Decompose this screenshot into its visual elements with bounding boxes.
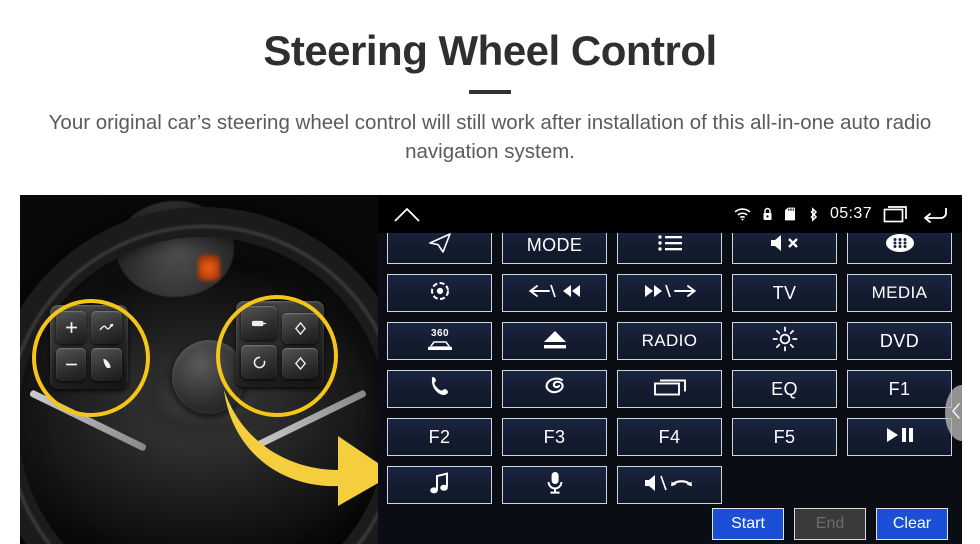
steering-wheel-photo	[20, 195, 378, 544]
button-mode[interactable]: MODE	[502, 233, 607, 264]
svg-text:360: 360	[431, 328, 449, 339]
button-mic[interactable]	[502, 466, 607, 504]
eject-icon	[540, 328, 570, 355]
clear-button[interactable]: Clear	[876, 508, 948, 540]
button-brightness[interactable]	[732, 322, 837, 360]
screen-icon	[653, 377, 687, 402]
start-button[interactable]: Start	[712, 508, 784, 540]
next-track-icon	[642, 282, 698, 305]
button-media[interactable]: MEDIA	[847, 274, 952, 312]
wifi-icon	[734, 207, 751, 221]
button-f5[interactable]: F5	[732, 418, 837, 456]
button-previous[interactable]	[502, 274, 607, 312]
page-root: Steering Wheel Control Your original car…	[0, 0, 980, 544]
360-camera-icon: 360	[423, 325, 457, 358]
button-tv[interactable]: TV	[732, 274, 837, 312]
action-bar: Start End Clear	[378, 504, 962, 544]
button-eject[interactable]	[502, 322, 607, 360]
button-phone[interactable]	[387, 370, 492, 408]
voice-spiral-icon	[540, 374, 570, 405]
chevron-left-icon	[951, 402, 963, 425]
button-settings[interactable]	[387, 274, 492, 312]
highlight-circle-left-controls	[32, 299, 150, 417]
brightness-icon	[772, 326, 798, 357]
list-icon	[657, 234, 683, 257]
phone-icon	[427, 374, 453, 405]
recent-apps-icon[interactable]	[883, 205, 911, 223]
button-apps[interactable]	[847, 233, 952, 264]
button-eq[interactable]: EQ	[732, 370, 837, 408]
button-mute[interactable]	[732, 233, 837, 264]
button-radio[interactable]: RADIO	[617, 322, 722, 360]
sdcard-icon	[784, 207, 796, 221]
button-f3[interactable]: F3	[502, 418, 607, 456]
button-navigation[interactable]	[387, 233, 492, 264]
head-unit-ui: 05:37 MODE TV MEDIA 360 RADIO DVD EQ F1 …	[378, 195, 962, 544]
page-subtitle: Your original car’s steering wheel contr…	[48, 111, 932, 164]
button-camera360[interactable]: 360	[387, 322, 492, 360]
button-screen[interactable]	[617, 370, 722, 408]
lock-icon	[762, 207, 773, 221]
navigation-arrow-icon	[427, 233, 453, 259]
back-arrow-icon[interactable]	[922, 205, 948, 223]
button-f2[interactable]: F2	[387, 418, 492, 456]
button-volume-hangup[interactable]	[617, 466, 722, 504]
previous-track-icon	[527, 282, 583, 305]
button-music[interactable]	[387, 466, 492, 504]
music-note-icon	[429, 471, 451, 500]
function-button-grid: MODE TV MEDIA 360 RADIO DVD EQ F1 F2 F3 …	[387, 233, 952, 504]
title-divider	[469, 90, 511, 95]
play-pause-icon	[883, 426, 917, 449]
mute-icon	[768, 233, 802, 258]
button-voice[interactable]	[502, 370, 607, 408]
function-button-grid-viewport: MODE TV MEDIA 360 RADIO DVD EQ F1 F2 F3 …	[378, 233, 962, 506]
home-icon[interactable]	[392, 204, 422, 224]
content-area: 05:37 MODE TV MEDIA 360 RADIO DVD EQ F1 …	[20, 195, 962, 544]
bluetooth-icon	[807, 206, 819, 222]
settings-gear-icon	[428, 279, 452, 308]
button-f4[interactable]: F4	[617, 418, 722, 456]
status-bar-clock: 05:37	[829, 205, 872, 222]
button-playpause[interactable]	[847, 418, 952, 456]
header: Steering Wheel Control Your original car…	[0, 0, 980, 166]
button-f1[interactable]: F1	[847, 370, 952, 408]
microphone-icon	[545, 470, 565, 501]
status-bar: 05:37	[378, 195, 962, 233]
yellow-pointer-arrow	[220, 380, 378, 510]
button-list[interactable]	[617, 233, 722, 264]
status-bar-indicators: 05:37	[734, 205, 948, 223]
volume-hangup-icon	[642, 473, 698, 498]
app-grid-icon	[883, 233, 917, 259]
button-dvd[interactable]: DVD	[847, 322, 952, 360]
button-next[interactable]	[617, 274, 722, 312]
end-button: End	[794, 508, 866, 540]
page-title: Steering Wheel Control	[263, 27, 717, 74]
